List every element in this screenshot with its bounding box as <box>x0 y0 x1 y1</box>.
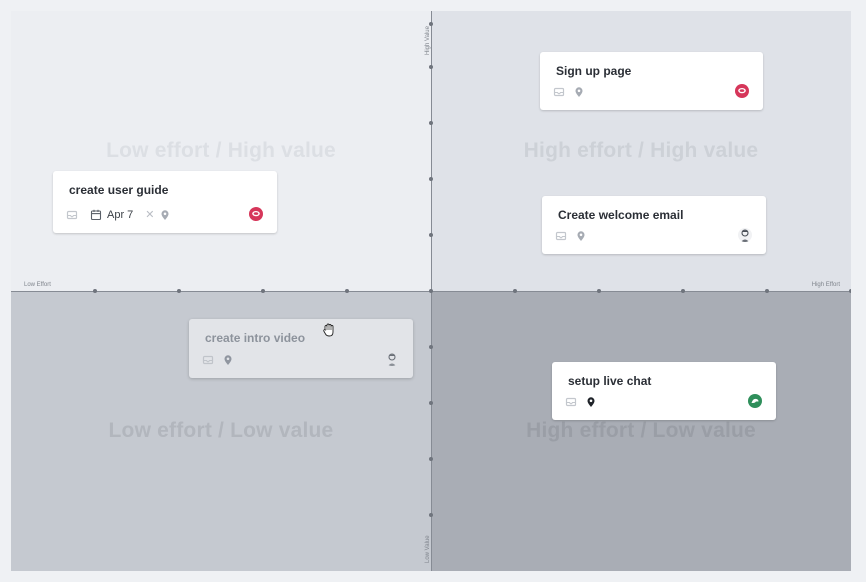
quadrant-label: Low effort / Low value <box>108 419 334 442</box>
axis-label-high-value: High Value <box>425 26 431 55</box>
location-pin-icon[interactable] <box>222 354 234 366</box>
axis-tick <box>93 289 97 293</box>
quadrant-label: High effort / Low value <box>526 419 756 442</box>
card-create-welcome-email[interactable]: Create welcome email <box>542 196 766 254</box>
green-avatar[interactable] <box>748 394 762 408</box>
location-pin-icon[interactable] <box>573 86 585 98</box>
red-chat-avatar[interactable] <box>249 207 263 221</box>
inbox-icon[interactable] <box>565 396 577 408</box>
red-chat-avatar[interactable] <box>735 84 749 98</box>
card-title: Sign up page <box>556 64 632 78</box>
card-title: create user guide <box>69 183 169 197</box>
axis-tick <box>429 457 433 461</box>
quadrant-label: High effort / High value <box>523 139 759 162</box>
card-sign-up-page[interactable]: Sign up page <box>540 52 763 110</box>
card-create-user-guide[interactable]: create user guide Apr 7 ✕ <box>53 171 277 233</box>
due-date[interactable]: Apr 7 <box>107 209 133 221</box>
axis-tick <box>849 289 851 293</box>
axis-tick <box>429 289 433 293</box>
clear-date-icon[interactable]: ✕ <box>145 208 154 221</box>
location-pin-icon[interactable] <box>159 209 171 221</box>
card-create-intro-video[interactable]: create intro video <box>189 319 413 378</box>
person-avatar[interactable] <box>738 228 752 242</box>
quadrant-label: Low effort / High value <box>106 139 336 162</box>
axis-tick <box>765 289 769 293</box>
grab-cursor-icon <box>322 322 336 338</box>
axis-tick <box>429 345 433 349</box>
axis-tick <box>429 401 433 405</box>
axis-label-high-effort: High Effort <box>811 282 840 288</box>
calendar-icon[interactable] <box>90 209 102 221</box>
axis-label-low-effort: Low Effort <box>24 282 51 288</box>
card-setup-live-chat[interactable]: setup live chat <box>552 362 776 420</box>
location-pin-icon[interactable] <box>575 230 587 242</box>
inbox-icon[interactable] <box>553 86 565 98</box>
axis-tick <box>681 289 685 293</box>
axis-tick <box>177 289 181 293</box>
person-avatar[interactable] <box>385 352 399 366</box>
axis-label-low-value: Low Value <box>425 535 431 563</box>
axis-tick <box>513 289 517 293</box>
axis-tick <box>345 289 349 293</box>
axis-tick <box>429 233 433 237</box>
quadrant-low-effort-high-value: Low effort / High value <box>11 11 431 291</box>
axis-tick <box>429 177 433 181</box>
quadrant-high-effort-low-value: High effort / Low value <box>431 291 851 571</box>
location-pin-icon[interactable] <box>585 396 597 408</box>
inbox-icon[interactable] <box>555 230 567 242</box>
card-title: setup live chat <box>568 374 652 388</box>
axis-tick <box>261 289 265 293</box>
card-title: create intro video <box>205 331 306 345</box>
inbox-icon[interactable] <box>202 354 214 366</box>
axis-tick <box>429 121 433 125</box>
card-title: Create welcome email <box>558 208 684 222</box>
axis-tick <box>429 513 433 517</box>
inbox-icon[interactable] <box>66 209 78 221</box>
axis-tick <box>597 289 601 293</box>
axis-tick <box>429 65 433 69</box>
